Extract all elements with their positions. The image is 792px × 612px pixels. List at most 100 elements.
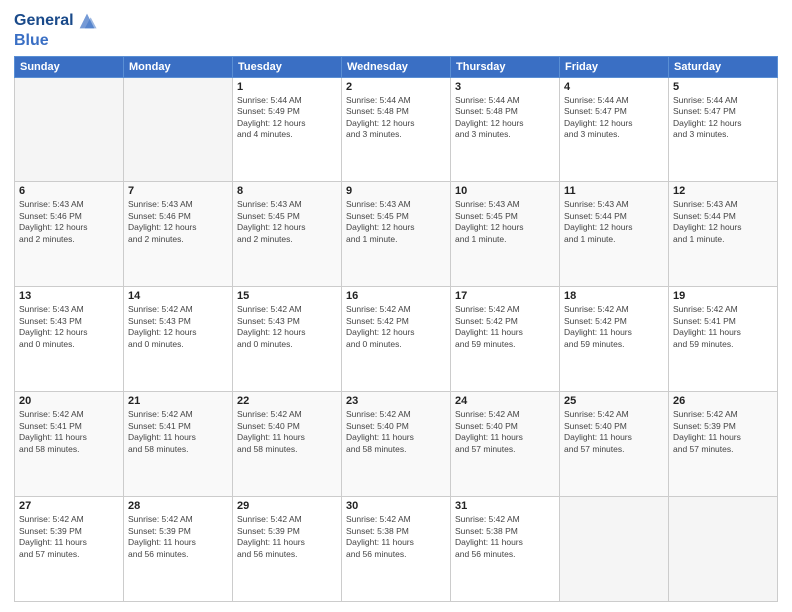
calendar-cell: 15 Sunrise: 5:42 AM Sunset: 5:43 PM Dayli…	[233, 287, 342, 392]
calendar-cell: 8Sunrise: 5:43 AM Sunset: 5:45 PM Daylig…	[233, 182, 342, 287]
calendar-cell: 19 Sunrise: 5:42 AM Sunset: 5:41 PM Dayli…	[669, 287, 778, 392]
day-info: Sunrise: 5:43 AM Sunset: 5:44 PM Dayligh…	[564, 199, 664, 245]
calendar-cell: 7 Sunrise: 5:43 AM Sunset: 5:46 PM Daylig…	[124, 182, 233, 287]
calendar-cell: 10 Sunrise: 5:43 AM Sunset: 5:45 PM Dayli…	[451, 182, 560, 287]
day-info: Sunrise: 5:43 AM Sunset: 5:46 PM Dayligh…	[128, 199, 228, 245]
day-header-saturday: Saturday	[669, 56, 778, 77]
calendar-cell: 28 Sunrise: 5:42 AM Sunset: 5:39 PM Dayli…	[124, 497, 233, 602]
day-info: Sunrise: 5:42 AM Sunset: 5:42 PM Dayligh…	[455, 304, 555, 350]
day-info: Sunrise: 5:42 AM Sunset: 5:39 PM Dayligh…	[19, 514, 119, 560]
calendar-cell: 4Sunrise: 5:44 AM Sunset: 5:47 PM Daylig…	[560, 77, 669, 182]
day-info: Sunrise: 5:42 AM Sunset: 5:40 PM Dayligh…	[237, 409, 337, 455]
day-info: Sunrise: 5:42 AM Sunset: 5:39 PM Dayligh…	[673, 409, 773, 455]
week-row-1: 1Sunrise: 5:44 AM Sunset: 5:49 PM Daylig…	[15, 77, 778, 182]
calendar-cell: 25 Sunrise: 5:42 AM Sunset: 5:40 PM Dayli…	[560, 392, 669, 497]
day-info: Sunrise: 5:42 AM Sunset: 5:41 PM Dayligh…	[19, 409, 119, 455]
calendar-cell: 20 Sunrise: 5:42 AM Sunset: 5:41 PM Dayli…	[15, 392, 124, 497]
day-header-row: SundayMondayTuesdayWednesdayThursdayFrid…	[15, 56, 778, 77]
calendar-cell	[560, 497, 669, 602]
day-number: 10	[455, 185, 555, 197]
day-number: 9	[346, 185, 446, 197]
day-number: 28	[128, 500, 228, 512]
day-header-sunday: Sunday	[15, 56, 124, 77]
calendar-cell	[124, 77, 233, 182]
day-number: 13	[19, 290, 119, 302]
day-info: Sunrise: 5:42 AM Sunset: 5:43 PM Dayligh…	[128, 304, 228, 350]
calendar-table: SundayMondayTuesdayWednesdayThursdayFrid…	[14, 56, 778, 602]
calendar-cell: 13 Sunrise: 5:43 AM Sunset: 5:43 PM Dayli…	[15, 287, 124, 392]
day-number: 11	[564, 185, 664, 197]
day-info: Sunrise: 5:42 AM Sunset: 5:43 PM Dayligh…	[237, 304, 337, 350]
day-info: Sunrise: 5:43 AM Sunset: 5:45 PM Dayligh…	[346, 199, 446, 245]
calendar-cell: 11 Sunrise: 5:43 AM Sunset: 5:44 PM Dayli…	[560, 182, 669, 287]
day-info: Sunrise: 5:42 AM Sunset: 5:40 PM Dayligh…	[564, 409, 664, 455]
day-number: 4	[564, 81, 664, 93]
day-header-tuesday: Tuesday	[233, 56, 342, 77]
week-row-4: 20 Sunrise: 5:42 AM Sunset: 5:41 PM Dayli…	[15, 392, 778, 497]
calendar-cell: 1Sunrise: 5:44 AM Sunset: 5:49 PM Daylig…	[233, 77, 342, 182]
calendar-cell: 9 Sunrise: 5:43 AM Sunset: 5:45 PM Daylig…	[342, 182, 451, 287]
calendar-cell: 24 Sunrise: 5:42 AM Sunset: 5:40 PM Dayli…	[451, 392, 560, 497]
day-number: 3	[455, 81, 555, 93]
day-number: 16	[346, 290, 446, 302]
day-number: 12	[673, 185, 773, 197]
day-number: 2	[346, 81, 446, 93]
day-info: Sunrise: 5:42 AM Sunset: 5:38 PM Dayligh…	[455, 514, 555, 560]
day-info: Sunrise: 5:42 AM Sunset: 5:40 PM Dayligh…	[346, 409, 446, 455]
day-info: Sunrise: 5:43 AM Sunset: 5:45 PM Dayligh…	[455, 199, 555, 245]
calendar-cell: 3 Sunrise: 5:44 AM Sunset: 5:48 PM Daylig…	[451, 77, 560, 182]
day-number: 31	[455, 500, 555, 512]
calendar-cell: 30 Sunrise: 5:42 AM Sunset: 5:38 PM Dayli…	[342, 497, 451, 602]
day-number: 8	[237, 185, 337, 197]
calendar-cell: 26 Sunrise: 5:42 AM Sunset: 5:39 PM Dayli…	[669, 392, 778, 497]
day-info: Sunrise: 5:43 AM Sunset: 5:44 PM Dayligh…	[673, 199, 773, 245]
calendar-cell: 17 Sunrise: 5:42 AM Sunset: 5:42 PM Dayli…	[451, 287, 560, 392]
calendar-cell: 31 Sunrise: 5:42 AM Sunset: 5:38 PM Dayli…	[451, 497, 560, 602]
day-number: 24	[455, 395, 555, 407]
day-info: Sunrise: 5:42 AM Sunset: 5:38 PM Dayligh…	[346, 514, 446, 560]
day-info: Sunrise: 5:43 AM Sunset: 5:46 PM Dayligh…	[19, 199, 119, 245]
calendar-cell: 14 Sunrise: 5:42 AM Sunset: 5:43 PM Dayli…	[124, 287, 233, 392]
calendar-cell: 6Sunrise: 5:43 AM Sunset: 5:46 PM Daylig…	[15, 182, 124, 287]
day-info: Sunrise: 5:43 AM Sunset: 5:43 PM Dayligh…	[19, 304, 119, 350]
day-number: 30	[346, 500, 446, 512]
calendar-cell: 12 Sunrise: 5:43 AM Sunset: 5:44 PM Dayli…	[669, 182, 778, 287]
day-info: Sunrise: 5:42 AM Sunset: 5:39 PM Dayligh…	[128, 514, 228, 560]
day-number: 14	[128, 290, 228, 302]
day-number: 15	[237, 290, 337, 302]
day-info: Sunrise: 5:42 AM Sunset: 5:39 PM Dayligh…	[237, 514, 337, 560]
day-number: 26	[673, 395, 773, 407]
calendar-cell: 2 Sunrise: 5:44 AM Sunset: 5:48 PM Daylig…	[342, 77, 451, 182]
day-number: 19	[673, 290, 773, 302]
calendar-cell: 5Sunrise: 5:44 AM Sunset: 5:47 PM Daylig…	[669, 77, 778, 182]
day-header-friday: Friday	[560, 56, 669, 77]
day-number: 17	[455, 290, 555, 302]
day-header-wednesday: Wednesday	[342, 56, 451, 77]
logo: General Blue	[14, 10, 98, 50]
page: General Blue SundayMondayTuesdayWednesda…	[0, 0, 792, 612]
day-header-monday: Monday	[124, 56, 233, 77]
day-number: 1	[237, 81, 337, 93]
day-info: Sunrise: 5:42 AM Sunset: 5:42 PM Dayligh…	[346, 304, 446, 350]
day-info: Sunrise: 5:44 AM Sunset: 5:48 PM Dayligh…	[346, 95, 446, 141]
day-number: 7	[128, 185, 228, 197]
day-info: Sunrise: 5:44 AM Sunset: 5:48 PM Dayligh…	[455, 95, 555, 141]
day-number: 22	[237, 395, 337, 407]
week-row-3: 13 Sunrise: 5:43 AM Sunset: 5:43 PM Dayli…	[15, 287, 778, 392]
calendar-cell: 22 Sunrise: 5:42 AM Sunset: 5:40 PM Dayli…	[233, 392, 342, 497]
day-number: 20	[19, 395, 119, 407]
calendar-cell: 29Sunrise: 5:42 AM Sunset: 5:39 PM Dayli…	[233, 497, 342, 602]
day-number: 25	[564, 395, 664, 407]
day-number: 18	[564, 290, 664, 302]
day-info: Sunrise: 5:44 AM Sunset: 5:47 PM Dayligh…	[673, 95, 773, 141]
day-info: Sunrise: 5:42 AM Sunset: 5:41 PM Dayligh…	[128, 409, 228, 455]
day-info: Sunrise: 5:42 AM Sunset: 5:42 PM Dayligh…	[564, 304, 664, 350]
calendar-cell: 21Sunrise: 5:42 AM Sunset: 5:41 PM Dayli…	[124, 392, 233, 497]
day-number: 27	[19, 500, 119, 512]
day-info: Sunrise: 5:42 AM Sunset: 5:40 PM Dayligh…	[455, 409, 555, 455]
logo-icon	[76, 10, 98, 32]
week-row-5: 27 Sunrise: 5:42 AM Sunset: 5:39 PM Dayli…	[15, 497, 778, 602]
calendar-cell: 16 Sunrise: 5:42 AM Sunset: 5:42 PM Dayli…	[342, 287, 451, 392]
day-info: Sunrise: 5:42 AM Sunset: 5:41 PM Dayligh…	[673, 304, 773, 350]
day-number: 23	[346, 395, 446, 407]
